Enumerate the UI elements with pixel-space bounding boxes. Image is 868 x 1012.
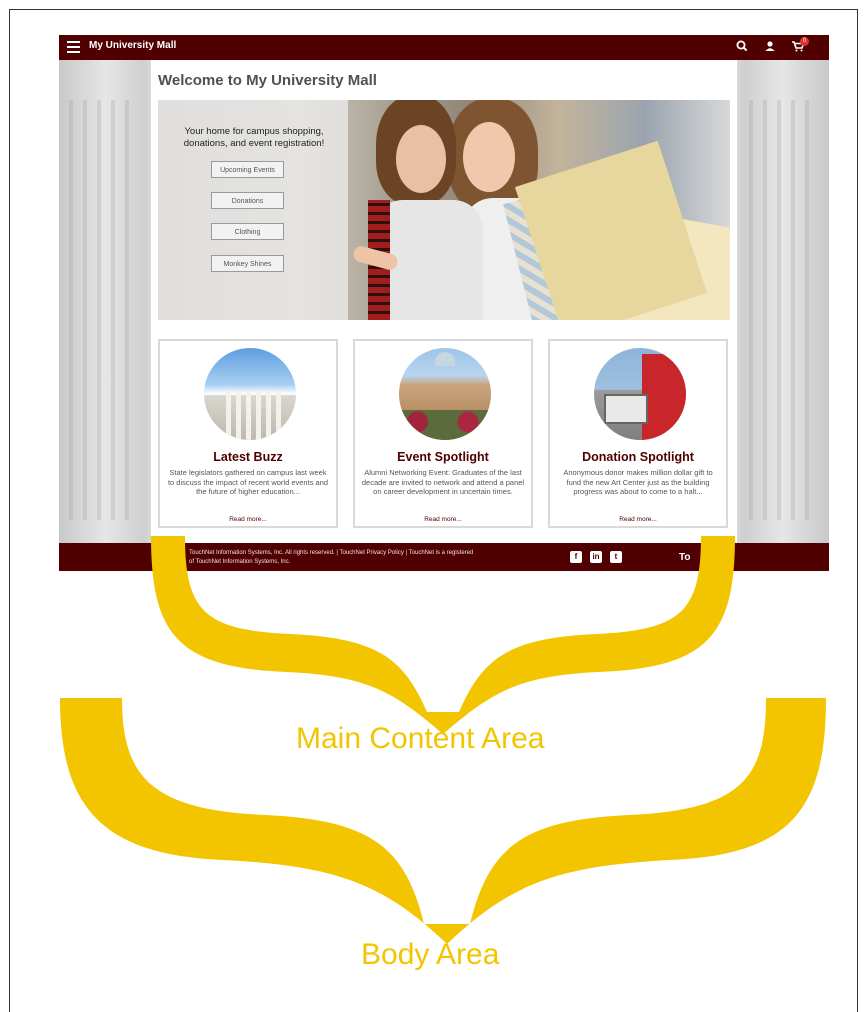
annotation-braces — [60, 536, 826, 944]
body-area-label: Body Area — [361, 938, 500, 971]
main-content-area-label: Main Content Area — [296, 722, 545, 755]
main-content-brace — [151, 536, 735, 734]
